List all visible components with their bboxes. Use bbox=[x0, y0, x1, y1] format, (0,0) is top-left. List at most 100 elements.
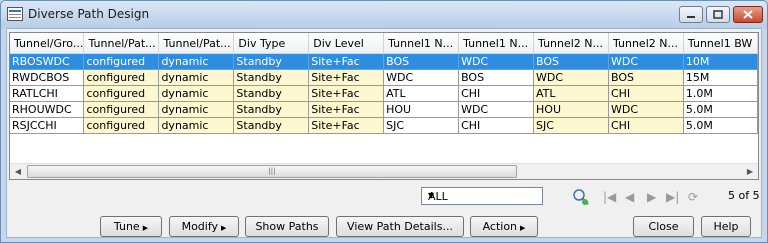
table-cell[interactable]: SJC bbox=[533, 117, 609, 134]
table-cell[interactable]: Site+Fac bbox=[308, 53, 385, 70]
table-cell[interactable]: CHI bbox=[458, 85, 535, 102]
scrollbar-thumb[interactable]: ||| bbox=[27, 165, 517, 178]
menu-arrow-icon: ▶ bbox=[142, 224, 149, 232]
diverse-path-design-window: Diverse Path Design Tunnel/Gro... Tunnel… bbox=[0, 0, 768, 243]
table-cell[interactable]: RBOSWDC bbox=[10, 53, 85, 70]
table-cell[interactable]: configured bbox=[83, 85, 160, 102]
table-cell[interactable]: dynamic bbox=[158, 117, 235, 134]
action-label: Action bbox=[482, 220, 518, 233]
table-cell[interactable]: ATL bbox=[533, 85, 609, 102]
table-cell[interactable]: Site+Fac bbox=[308, 85, 385, 102]
column-header[interactable]: Tunnel1 BW bbox=[683, 33, 758, 54]
table-cell[interactable]: WDC bbox=[383, 69, 460, 86]
tunnel-table: Tunnel/Gro... Tunnel/Pat... Tunnel/Pat..… bbox=[9, 32, 759, 180]
table-cell[interactable]: Standby bbox=[233, 69, 310, 86]
tune-button[interactable]: Tune ▶ bbox=[100, 216, 162, 237]
table-cell[interactable]: RWDCBOS bbox=[10, 69, 85, 86]
filter-dropdown[interactable]: ALL ▼ bbox=[421, 187, 543, 205]
table-cell[interactable]: configured bbox=[83, 53, 160, 70]
modify-button[interactable]: Modify ▶ bbox=[169, 216, 239, 237]
table-cell[interactable]: WDC bbox=[608, 53, 684, 70]
modify-label: Modify bbox=[181, 220, 219, 233]
table-cell[interactable]: dynamic bbox=[158, 53, 235, 70]
search-icon[interactable] bbox=[572, 188, 590, 206]
close-label: Close bbox=[648, 220, 679, 233]
view-path-details-button[interactable]: View Path Details... bbox=[336, 216, 464, 237]
table-cell[interactable]: 15M bbox=[683, 69, 758, 86]
title-bar[interactable]: Diverse Path Design bbox=[1, 1, 767, 28]
table-header-row: Tunnel/Gro... Tunnel/Pat... Tunnel/Pat..… bbox=[10, 33, 758, 54]
table-cell[interactable]: HOU bbox=[383, 101, 460, 118]
table-cell[interactable]: RSJCCHI bbox=[10, 117, 85, 134]
column-header[interactable]: Tunnel1 N... bbox=[458, 33, 535, 54]
scroll-left-icon[interactable]: ◀ bbox=[10, 164, 26, 179]
table-cell[interactable]: 10M bbox=[683, 53, 758, 70]
table-row[interactable]: RHOUWDC configured dynamic Standby Site+… bbox=[10, 101, 758, 118]
table-cell[interactable]: configured bbox=[83, 117, 160, 134]
table-cell[interactable]: 1.0M bbox=[683, 85, 758, 102]
table-cell[interactable]: CHI bbox=[608, 85, 684, 102]
table-cell[interactable]: 5.0M bbox=[683, 117, 758, 134]
show-paths-label: Show Paths bbox=[255, 220, 319, 233]
table-cell[interactable]: dynamic bbox=[158, 69, 235, 86]
column-header[interactable]: Tunnel2 N... bbox=[608, 33, 684, 54]
table-cell[interactable]: ATL bbox=[383, 85, 460, 102]
action-button[interactable]: Action ▶ bbox=[470, 216, 538, 237]
close-button[interactable]: Close bbox=[633, 216, 694, 237]
table-row[interactable]: RSJCCHI configured dynamic Standby Site+… bbox=[10, 117, 758, 134]
help-button[interactable]: Help bbox=[701, 216, 751, 237]
table-cell[interactable]: BOS bbox=[533, 53, 609, 70]
column-header[interactable]: Tunnel/Pat... bbox=[83, 33, 160, 54]
column-header[interactable]: Tunnel2 N... bbox=[533, 33, 609, 54]
table-cell[interactable]: Standby bbox=[233, 85, 310, 102]
table-row[interactable]: RBOSWDC configured dynamic Standby Site+… bbox=[10, 53, 758, 70]
scroll-right-icon[interactable]: ▶ bbox=[742, 164, 758, 179]
column-header[interactable]: Div Type bbox=[233, 33, 310, 54]
column-header[interactable]: Div Level bbox=[308, 33, 385, 54]
next-page-icon[interactable]: ▶ bbox=[647, 190, 656, 204]
last-page-icon[interactable]: ▶| bbox=[666, 190, 679, 204]
table-cell[interactable]: Standby bbox=[233, 53, 310, 70]
maximize-button[interactable] bbox=[706, 6, 730, 23]
record-count: 5 of 5 bbox=[728, 189, 760, 202]
column-header[interactable]: Tunnel/Pat... bbox=[158, 33, 235, 54]
menu-arrow-icon: ▶ bbox=[221, 224, 227, 232]
table-cell[interactable]: CHI bbox=[608, 117, 684, 134]
table-cell[interactable]: Standby bbox=[233, 101, 310, 118]
prev-page-icon[interactable]: ◀ bbox=[625, 190, 634, 204]
dialog-content: Tunnel/Gro... Tunnel/Pat... Tunnel/Pat..… bbox=[6, 28, 762, 238]
close-window-button[interactable] bbox=[733, 6, 763, 23]
first-page-icon[interactable]: |◀ bbox=[603, 190, 616, 204]
table-cell[interactable]: dynamic bbox=[158, 101, 235, 118]
table-cell[interactable]: WDC bbox=[608, 101, 684, 118]
table-cell[interactable]: Standby bbox=[233, 117, 310, 134]
table-cell[interactable]: BOS bbox=[383, 53, 460, 70]
table-cell[interactable]: Site+Fac bbox=[308, 117, 385, 134]
table-cell[interactable]: configured bbox=[83, 101, 160, 118]
table-cell[interactable]: RATLCHI bbox=[10, 85, 85, 102]
column-header[interactable]: Tunnel1 N... bbox=[383, 33, 460, 54]
table-cell[interactable]: dynamic bbox=[158, 85, 235, 102]
tune-label: Tune bbox=[113, 220, 140, 233]
table-cell[interactable]: RHOUWDC bbox=[10, 101, 85, 118]
table-cell[interactable]: Site+Fac bbox=[308, 69, 385, 86]
table-cell[interactable]: 5.0M bbox=[683, 101, 758, 118]
menu-arrow-icon: ▶ bbox=[520, 224, 526, 232]
table-row[interactable]: RATLCHI configured dynamic Standby Site+… bbox=[10, 85, 758, 102]
table-cell[interactable]: BOS bbox=[458, 69, 535, 86]
table-cell[interactable]: WDC bbox=[458, 101, 535, 118]
table-cell[interactable]: WDC bbox=[458, 53, 535, 70]
table-cell[interactable]: SJC bbox=[383, 117, 460, 134]
table-row[interactable]: RWDCBOS configured dynamic Standby Site+… bbox=[10, 69, 758, 86]
show-paths-button[interactable]: Show Paths bbox=[245, 216, 329, 237]
table-cell[interactable]: configured bbox=[83, 69, 160, 86]
table-cell[interactable]: WDC bbox=[533, 69, 609, 86]
table-cell[interactable]: Site+Fac bbox=[308, 101, 385, 118]
table-cell[interactable]: CHI bbox=[458, 117, 535, 134]
minimize-button[interactable] bbox=[679, 6, 703, 23]
refresh-icon[interactable]: ⟳ bbox=[688, 190, 698, 204]
table-cell[interactable]: HOU bbox=[533, 101, 609, 118]
table-cell[interactable]: BOS bbox=[608, 69, 684, 86]
column-header[interactable]: Tunnel/Gro... bbox=[10, 33, 85, 54]
horizontal-scrollbar[interactable]: ◀ ||| ▶ bbox=[10, 163, 758, 179]
